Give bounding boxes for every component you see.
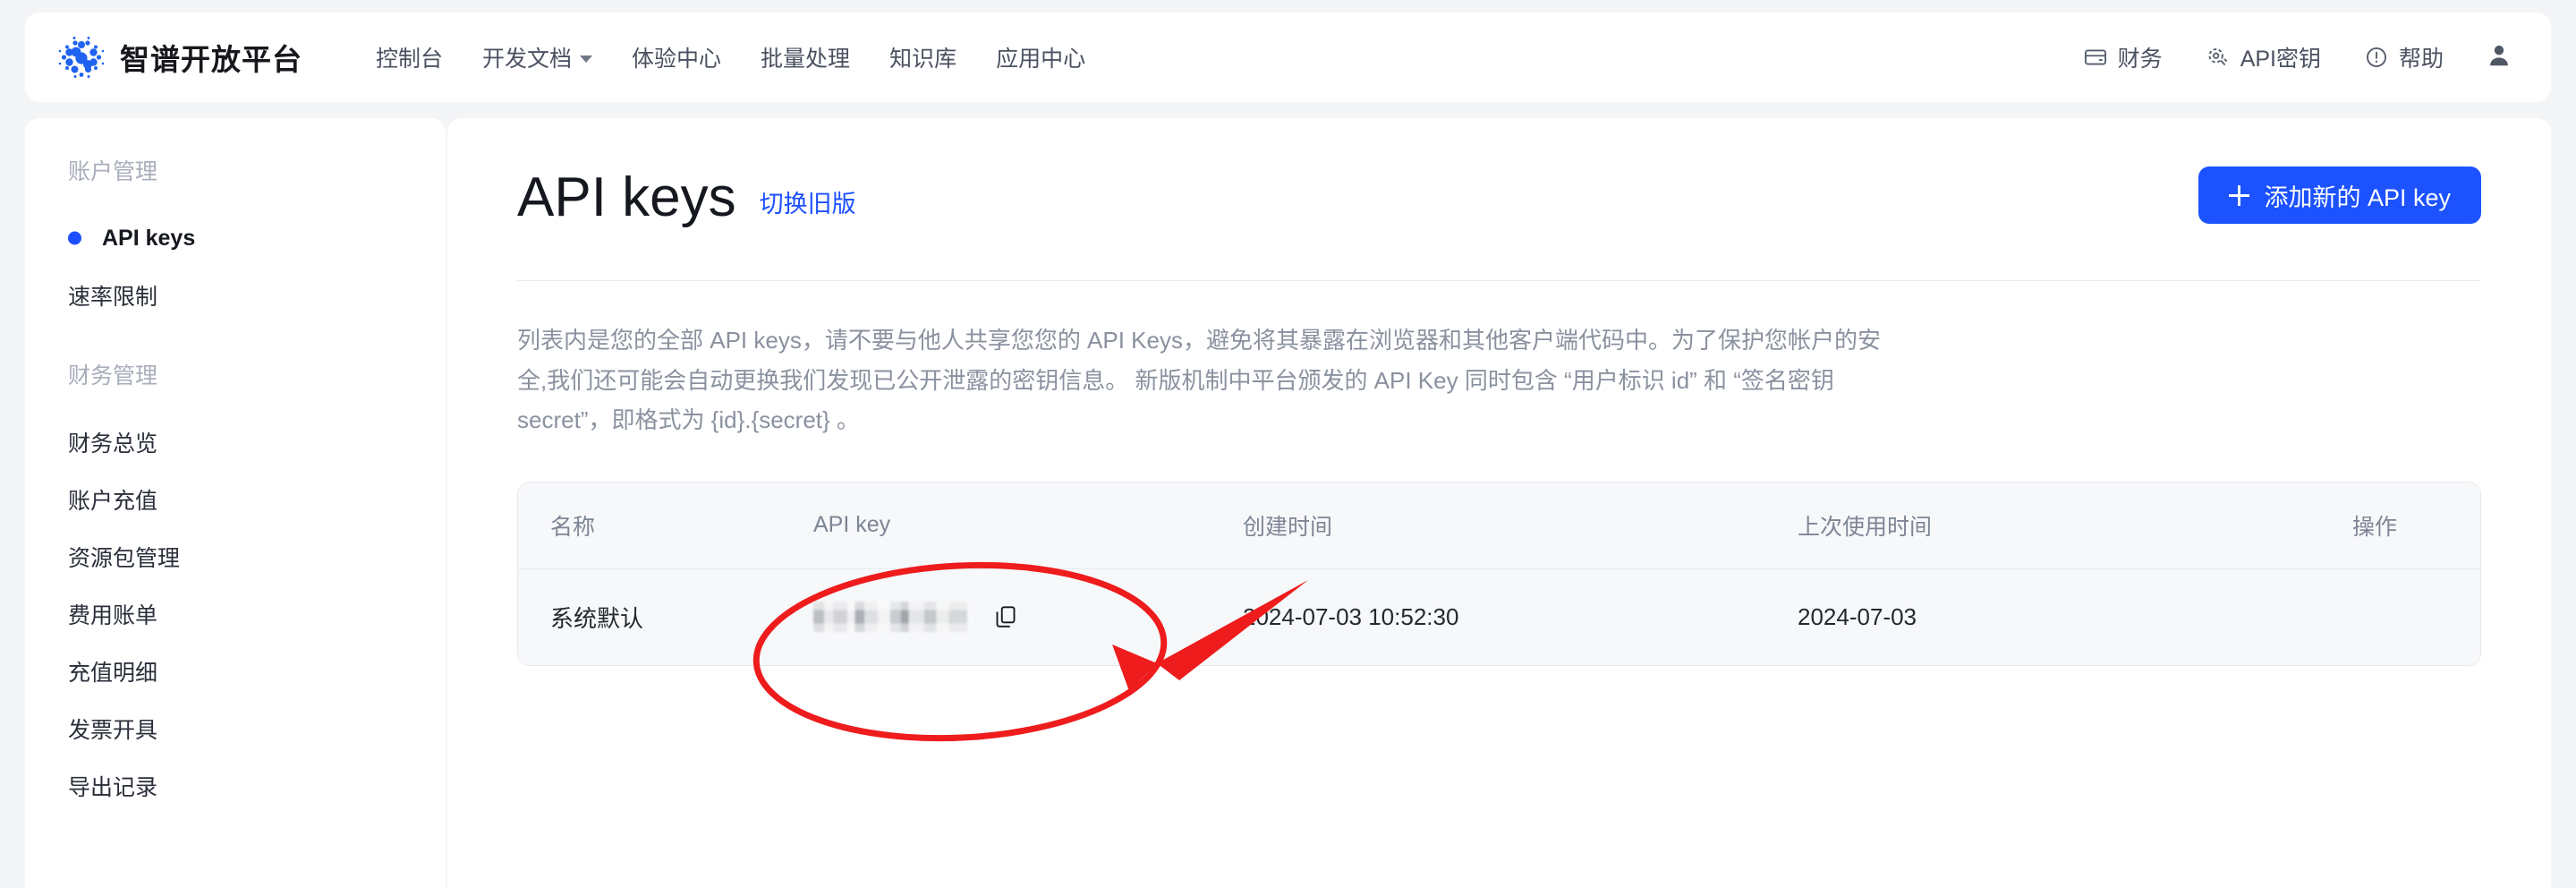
table-row: 系统默认 2024-07-03 10:52:30 2024-07-03 (518, 568, 2480, 666)
api-keys-table: 名称 API key 创建时间 上次使用时间 操作 系统默认 2024-07-0… (517, 482, 2481, 667)
key-icon (2206, 45, 2231, 70)
nav-action-finance[interactable]: 财务 (2062, 32, 2184, 82)
cell-actions (2352, 568, 2480, 666)
sidebar-item-recharge[interactable]: 账户充值 (25, 471, 446, 528)
nav-item-apps[interactable]: 应用中心 (976, 32, 1105, 82)
sidebar-item-recharge-details[interactable]: 充值明细 (25, 643, 446, 700)
brand-name: 智谱开放平台 (120, 43, 302, 76)
nav-item-batch[interactable]: 批量处理 (741, 32, 870, 82)
brand-logo[interactable]: 智谱开放平台 (55, 31, 302, 83)
top-navigation-bar: 智谱开放平台 控制台 开发文档 体验中心 批量处理 知识库 应用中心 财务 AP… (25, 13, 2551, 102)
nav-item-batch-label: 批量处理 (761, 47, 851, 72)
nav-item-console[interactable]: 控制台 (356, 32, 463, 82)
column-header-actions: 操作 (2352, 482, 2480, 569)
avatar[interactable] (2485, 41, 2513, 74)
sidebar-item-invoice-label: 发票开具 (68, 718, 158, 743)
page-header: API keys 切换旧版 添加新的 API key (517, 118, 2481, 226)
nav-action-api-key[interactable]: API密钥 (2184, 32, 2342, 82)
table-header-row: 名称 API key 创建时间 上次使用时间 操作 (518, 482, 2480, 569)
sidebar-item-recharge-label: 账户充值 (68, 489, 158, 514)
sidebar-item-billing[interactable]: 费用账单 (25, 585, 446, 643)
sidebar-group-finance: 财务管理 财务总览 账户充值 资源包管理 费用账单 充值明细 发票开具 导出记录 (25, 358, 446, 815)
sidebar-item-rate-limit[interactable]: 速率限制 (25, 267, 446, 324)
add-api-key-button-label: 添加新的 API key (2264, 184, 2451, 211)
sidebar-group-account: 账户管理 API keys 速率限制 (25, 154, 446, 324)
cell-key-name: 系统默认 (518, 568, 813, 666)
sidebar-item-export-records-label: 导出记录 (68, 775, 158, 800)
column-header-created-at: 创建时间 (1243, 482, 1798, 569)
sidebar-item-resource-packages-label: 资源包管理 (68, 546, 181, 571)
description-text: 列表内是您的全部 API keys，请不要与他人共享您您的 API Keys，避… (517, 327, 1881, 434)
copy-icon[interactable] (992, 603, 1019, 630)
nav-item-knowledge-label: 知识库 (889, 47, 957, 72)
nav-item-console-label: 控制台 (376, 47, 444, 72)
nav-actions: 财务 API密钥 帮助 (2062, 32, 2517, 82)
sidebar-group-finance-title: 财务管理 (68, 363, 158, 388)
nav-item-knowledge[interactable]: 知识库 (870, 32, 976, 82)
chevron-down-icon (580, 56, 593, 63)
sidebar-item-finance-overview[interactable]: 财务总览 (25, 414, 446, 471)
sidebar-item-recharge-details-label: 充值明细 (68, 661, 158, 686)
sidebar-item-resource-packages[interactable]: 资源包管理 (25, 528, 446, 585)
sidebar-item-rate-limit-label: 速率限制 (68, 285, 158, 310)
nav-action-help[interactable]: 帮助 (2342, 32, 2465, 82)
page-title: API keys (517, 166, 736, 228)
column-header-name: 名称 (518, 482, 813, 569)
sidebar-item-export-records[interactable]: 导出记录 (25, 757, 446, 815)
user-avatar-icon (2485, 41, 2513, 74)
zhipu-dots-logo-icon (55, 31, 107, 83)
nav-action-help-label: 帮助 (2398, 47, 2444, 72)
active-dot-icon (68, 231, 81, 245)
wallet-icon (2083, 45, 2108, 70)
main-content: API keys 切换旧版 添加新的 API key 列表内是您的全部 API … (447, 118, 2551, 888)
cell-api-key (813, 568, 1243, 666)
sidebar-item-invoice[interactable]: 发票开具 (25, 700, 446, 757)
add-api-key-button[interactable]: 添加新的 API key (2198, 166, 2481, 224)
nav-item-docs-label: 开发文档 (482, 47, 573, 72)
nav-action-finance-label: 财务 (2117, 47, 2163, 72)
main-nav: 控制台 开发文档 体验中心 批量处理 知识库 应用中心 (356, 32, 1105, 82)
cell-created-at: 2024-07-03 10:52:30 (1243, 568, 1798, 666)
sidebar-item-api-keys-label: API keys (102, 225, 196, 251)
api-key-masked-value (813, 602, 967, 633)
nav-item-apps-label: 应用中心 (996, 47, 1086, 72)
sidebar-item-finance-overview-label: 财务总览 (68, 431, 158, 457)
plus-icon (2229, 184, 2250, 206)
nav-item-experience[interactable]: 体验中心 (612, 32, 741, 82)
info-circle-icon (2364, 45, 2389, 70)
sidebar-item-billing-label: 费用账单 (68, 603, 158, 628)
nav-item-docs[interactable]: 开发文档 (463, 32, 612, 82)
column-header-api-key: API key (813, 482, 1243, 569)
sidebar-item-api-keys[interactable]: API keys (25, 209, 446, 267)
nav-action-api-key-label: API密钥 (2240, 47, 2321, 72)
switch-legacy-link[interactable]: 切换旧版 (760, 184, 856, 219)
cell-last-used: 2024-07-03 (1798, 568, 2352, 666)
column-header-last-used: 上次使用时间 (1798, 482, 2352, 569)
header-divider (517, 280, 2481, 281)
sidebar: 账户管理 API keys 速率限制 财务管理 财务总览 账户充值 资源包管理 … (25, 118, 446, 888)
sidebar-group-account-title: 账户管理 (68, 159, 158, 184)
nav-item-experience-label: 体验中心 (632, 47, 722, 72)
